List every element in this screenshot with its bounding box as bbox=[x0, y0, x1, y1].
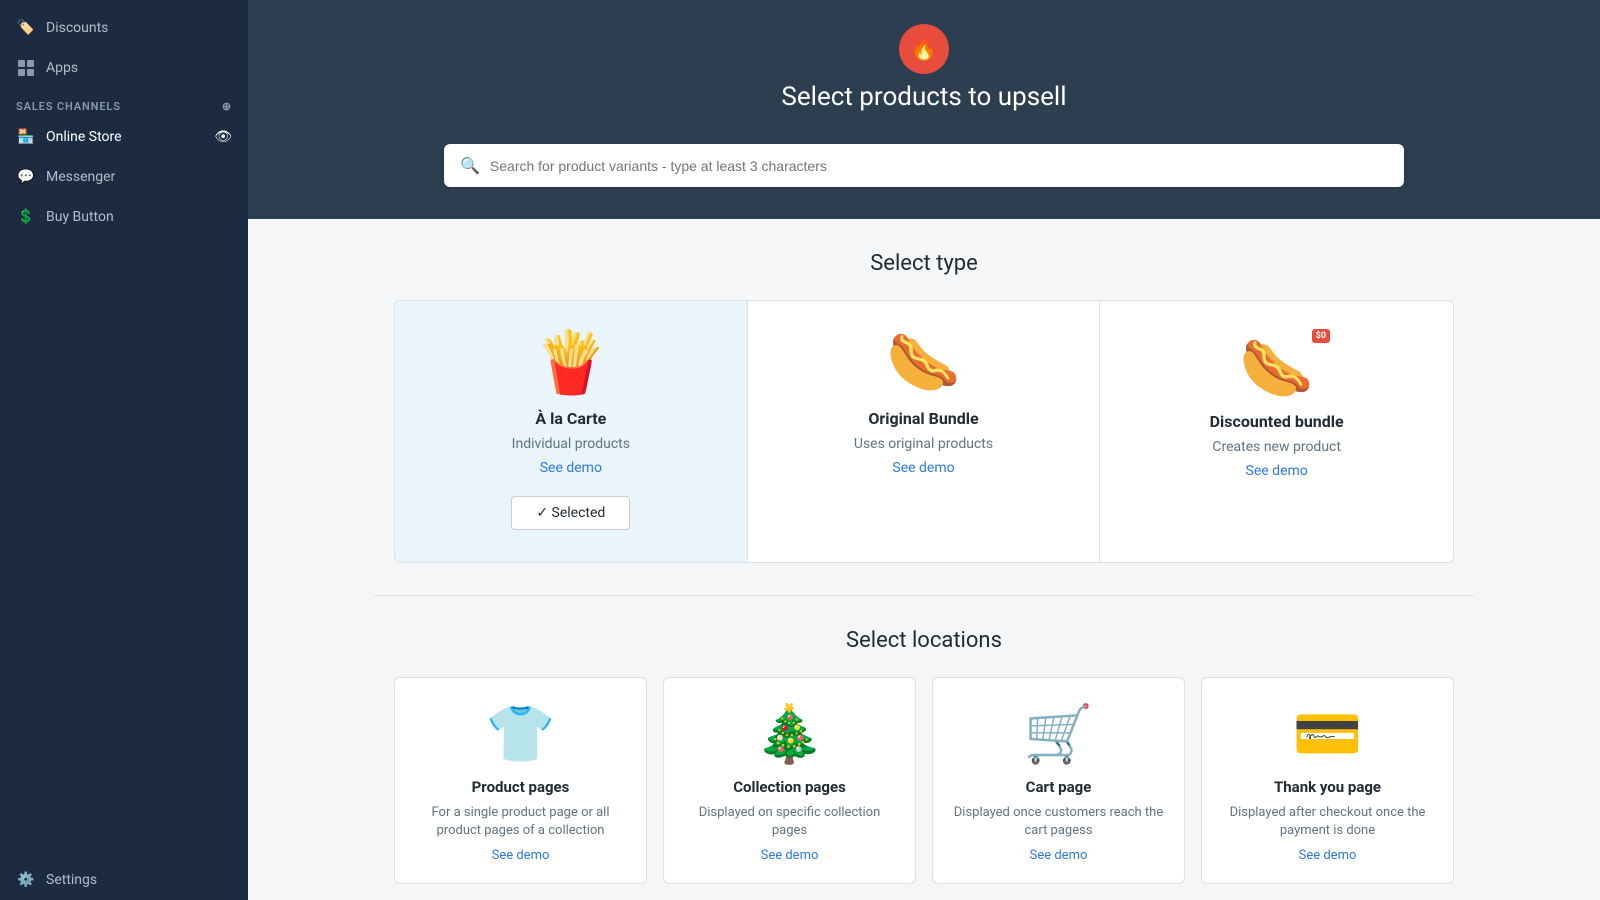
search-input[interactable] bbox=[490, 158, 1388, 174]
main-content: 🔥 Select products to upsell 🔍 Select typ… bbox=[248, 0, 1600, 900]
sidebar-item-apps[interactable]: Apps bbox=[0, 48, 248, 88]
discounted-bundle-demo-link[interactable]: See demo bbox=[1246, 463, 1308, 479]
sidebar-label-settings: Settings bbox=[46, 872, 97, 888]
cart-page-desc: Displayed once customers reach the cart … bbox=[949, 804, 1168, 840]
select-locations-section: Select locations 👕 Product pages For a s… bbox=[374, 596, 1474, 900]
page-title: Select products to upsell bbox=[248, 82, 1600, 112]
sidebar-item-discounts[interactable]: 🏷️ Discounts bbox=[0, 8, 248, 48]
select-locations-title: Select locations bbox=[394, 628, 1454, 653]
search-box: 🔍 bbox=[444, 144, 1404, 187]
sidebar: 🏷️ Discounts Apps SALES CHANNELS ⊕ 🏪 Onl… bbox=[0, 0, 248, 900]
chat-icon: 💬 bbox=[16, 167, 36, 187]
cart-page-demo-link[interactable]: See demo bbox=[1030, 848, 1088, 863]
discounted-bundle-emoji: 🌭 bbox=[1239, 333, 1314, 404]
search-icon: 🔍 bbox=[460, 156, 480, 175]
thank-you-page-demo-link[interactable]: See demo bbox=[1299, 848, 1357, 863]
sidebar-label-apps: Apps bbox=[46, 60, 78, 76]
a-la-carte-emoji: 🍟 bbox=[533, 333, 608, 393]
product-pages-desc: For a single product page or all product… bbox=[411, 804, 630, 840]
discounted-bundle-desc: Creates new product bbox=[1212, 439, 1341, 455]
location-card-thank-you-page[interactable]: 💳 Thank you page Displayed after checkou… bbox=[1201, 677, 1454, 884]
eye-icon[interactable]: 👁 bbox=[214, 129, 232, 145]
location-card-collection-pages[interactable]: 🎄 Collection pages Displayed on specific… bbox=[663, 677, 916, 884]
collection-pages-desc: Displayed on specific collection pages bbox=[680, 804, 899, 840]
top-header: 🔥 Select products to upsell bbox=[248, 0, 1600, 144]
search-container: 🔍 bbox=[248, 144, 1600, 219]
product-pages-demo-link[interactable]: See demo bbox=[492, 848, 550, 863]
discounted-bundle-name: Discounted bundle bbox=[1210, 412, 1344, 431]
select-type-section: Select type 🍟 À la Carte Individual prod… bbox=[374, 219, 1474, 595]
cart-page-name: Cart page bbox=[1026, 778, 1092, 796]
type-card-original-bundle[interactable]: 🌭 Original Bundle Uses original products… bbox=[748, 301, 1101, 562]
thank-you-page-desc: Displayed after checkout once the paymen… bbox=[1218, 804, 1437, 840]
original-bundle-name: Original Bundle bbox=[868, 409, 978, 428]
sidebar-label-online-store: Online Store bbox=[46, 129, 122, 145]
thank-you-page-emoji: 💳 bbox=[1293, 706, 1363, 762]
grid-icon bbox=[16, 58, 36, 78]
discount-badge: $0 bbox=[1312, 329, 1330, 343]
collection-pages-demo-link[interactable]: See demo bbox=[761, 848, 819, 863]
store-icon: 🏪 bbox=[16, 127, 36, 147]
original-bundle-desc: Uses original products bbox=[854, 436, 993, 452]
thank-you-page-name: Thank you page bbox=[1274, 778, 1381, 796]
buy-icon: 💲 bbox=[16, 207, 36, 227]
type-card-discounted-bundle[interactable]: 🌭 $0 Discounted bundle Creates new produ… bbox=[1100, 301, 1453, 562]
a-la-carte-demo-link[interactable]: See demo bbox=[540, 460, 602, 476]
tag-icon: 🏷️ bbox=[16, 18, 36, 38]
type-cards-container: 🍟 À la Carte Individual products See dem… bbox=[394, 300, 1454, 563]
discounted-bundle-emoji-wrap: 🌭 $0 bbox=[1239, 333, 1314, 404]
sidebar-label-discounts: Discounts bbox=[46, 20, 108, 36]
location-card-product-pages[interactable]: 👕 Product pages For a single product pag… bbox=[394, 677, 647, 884]
sidebar-label-buy-button: Buy Button bbox=[46, 209, 114, 225]
type-card-a-la-carte[interactable]: 🍟 À la Carte Individual products See dem… bbox=[395, 301, 748, 562]
sidebar-item-buy-button[interactable]: 💲 Buy Button bbox=[0, 197, 248, 237]
original-bundle-emoji: 🌭 bbox=[886, 333, 961, 393]
location-card-cart-page[interactable]: 🛒 Cart page Displayed once customers rea… bbox=[932, 677, 1185, 884]
collection-pages-emoji: 🎄 bbox=[755, 706, 825, 762]
location-cards-container: 👕 Product pages For a single product pag… bbox=[394, 677, 1454, 884]
sidebar-item-messenger[interactable]: 💬 Messenger bbox=[0, 157, 248, 197]
select-type-title: Select type bbox=[394, 251, 1454, 276]
app-logo: 🔥 bbox=[899, 24, 949, 74]
a-la-carte-name: À la Carte bbox=[535, 409, 606, 428]
cart-page-emoji: 🛒 bbox=[1024, 706, 1094, 762]
collection-pages-name: Collection pages bbox=[733, 778, 846, 796]
sidebar-item-online-store[interactable]: 🏪 Online Store 👁 bbox=[0, 117, 248, 157]
sidebar-item-settings[interactable]: ⚙️ Settings bbox=[0, 860, 248, 900]
product-pages-name: Product pages bbox=[472, 778, 570, 796]
add-sales-channel-icon[interactable]: ⊕ bbox=[222, 100, 232, 113]
sidebar-label-messenger: Messenger bbox=[46, 169, 115, 185]
gear-icon: ⚙️ bbox=[16, 870, 36, 890]
a-la-carte-desc: Individual products bbox=[512, 436, 630, 452]
sales-channels-header: SALES CHANNELS ⊕ bbox=[0, 88, 248, 117]
selected-badge: ✓ Selected bbox=[511, 496, 630, 530]
product-pages-emoji: 👕 bbox=[486, 706, 556, 762]
original-bundle-demo-link[interactable]: See demo bbox=[892, 460, 954, 476]
